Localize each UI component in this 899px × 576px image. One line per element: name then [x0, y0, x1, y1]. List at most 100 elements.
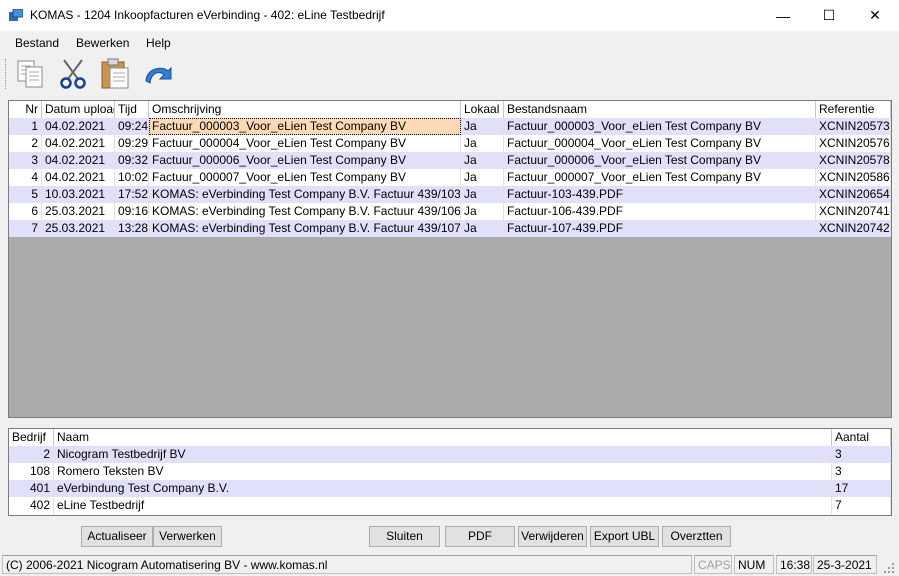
invoice-row[interactable]: 4 04.02.2021 10:02 Factuur_000007_Voor_eLie… — [9, 169, 891, 186]
invoice-cell[interactable]: KOMAS: eVerbinding Test Company B.V. Fac… — [149, 186, 461, 203]
invoice-cell[interactable]: XCNIN20576 — [816, 135, 891, 152]
sluiten-button[interactable]: Sluiten — [369, 526, 440, 547]
actualiseer-button[interactable]: Actualiseer — [81, 526, 153, 547]
invoice-cell[interactable]: 10:02 — [115, 169, 149, 186]
invoice-cell[interactable]: Factuur_000007_Voor_eLien Test Company B… — [149, 169, 461, 186]
invoice-row[interactable]: 6 25.03.2021 09:16 KOMAS: eVerbinding Test … — [9, 203, 891, 220]
invoice-cell[interactable]: 09:16 — [115, 203, 149, 220]
company-cell[interactable]: 17 — [832, 480, 891, 497]
invoice-cell[interactable]: 5 — [9, 186, 42, 203]
invoice-cell[interactable]: Factuur_000004_Voor_eLien Test Company B… — [504, 135, 816, 152]
invoice-cell[interactable]: Factuur_000003_Voor_eLien Test Company B… — [504, 118, 816, 135]
invoice-cell[interactable]: Ja — [461, 203, 504, 220]
invoice-cell[interactable]: 09:24 — [115, 118, 149, 135]
invoice-cell[interactable]: 3 — [9, 152, 42, 169]
invoice-cell[interactable]: Factuur_000006_Voor_eLien Test Company B… — [504, 152, 816, 169]
verwerken-button[interactable]: Verwerken — [153, 526, 222, 547]
company-cell[interactable]: 108 — [9, 463, 54, 480]
invoice-cell[interactable]: Factuur_000004_Voor_eLien Test Company B… — [149, 135, 461, 152]
company-row[interactable]: 401 eVerbindung Test Company B.V. 17 — [9, 480, 891, 497]
invoice-cell[interactable]: KOMAS: eVerbinding Test Company B.V. Fac… — [149, 220, 461, 237]
invoice-cell[interactable]: 09:29 — [115, 135, 149, 152]
invoice-cell[interactable]: 2 — [9, 135, 42, 152]
company-cell[interactable]: Nicogram Testbedrijf BV — [54, 446, 832, 463]
invoice-cell[interactable]: Factuur-103-439.PDF — [504, 186, 816, 203]
invoice-cell[interactable]: Factuur_000007_Voor_eLien Test Company B… — [504, 169, 816, 186]
invoice-cell[interactable]: XCNIN20654 — [816, 186, 891, 203]
invoice-cell[interactable]: XCNIN20586 — [816, 169, 891, 186]
col-tijd[interactable]: Tijd — [115, 101, 149, 118]
menu-bewerken[interactable]: Bewerken — [76, 36, 129, 50]
col-nr[interactable]: Nr — [9, 101, 42, 118]
company-grid[interactable]: Bedrijf Naam Aantal 2 Nicogram Testbedrij… — [8, 428, 892, 516]
invoice-cell[interactable]: 13:28 — [115, 220, 149, 237]
invoice-cell[interactable]: Ja — [461, 169, 504, 186]
col-aantal[interactable]: Aantal — [832, 429, 891, 446]
invoice-row[interactable]: 3 04.02.2021 09:32 Factuur_000006_Voor_eLie… — [9, 152, 891, 169]
company-row[interactable]: 402 eLine Testbedrijf 7 — [9, 497, 891, 514]
invoice-cell[interactable]: 04.02.2021 — [42, 135, 115, 152]
invoice-cell[interactable]: XCNIN20741 — [816, 203, 891, 220]
invoice-cell[interactable]: 04.02.2021 — [42, 118, 115, 135]
invoice-cell[interactable]: Factuur_000006_Voor_eLien Test Company B… — [149, 152, 461, 169]
invoice-cell[interactable]: 04.02.2021 — [42, 169, 115, 186]
company-cell[interactable]: 3 — [832, 463, 891, 480]
company-cell[interactable]: Romero Teksten BV — [54, 463, 832, 480]
invoice-cell[interactable]: 1 — [9, 118, 42, 135]
col-naam[interactable]: Naam — [54, 429, 832, 446]
company-cell[interactable]: 402 — [9, 497, 54, 514]
resize-grip-icon[interactable] — [883, 562, 895, 574]
col-datum-upload[interactable]: Datum upload — [42, 101, 115, 118]
invoice-row[interactable]: 2 04.02.2021 09:29 Factuur_000004_Voor_eLie… — [9, 135, 891, 152]
invoice-cell[interactable]: XCNIN20742 — [816, 220, 891, 237]
invoice-cell[interactable]: Factuur_000003_Voor_eLien Test Company B… — [149, 118, 461, 135]
maximize-button[interactable]: ☐ — [806, 0, 852, 31]
invoice-cell[interactable]: Ja — [461, 152, 504, 169]
company-cell[interactable]: 3 — [832, 446, 891, 463]
invoice-cell[interactable]: 10.03.2021 — [42, 186, 115, 203]
close-button[interactable]: ✕ — [852, 0, 898, 31]
invoice-cell[interactable]: XCNIN20573 — [816, 118, 891, 135]
company-cell[interactable]: 401 — [9, 480, 54, 497]
invoice-row[interactable]: 5 10.03.2021 17:52 KOMAS: eVerbinding Test … — [9, 186, 891, 203]
invoice-cell[interactable]: Ja — [461, 186, 504, 203]
col-bedrijf[interactable]: Bedrijf — [9, 429, 54, 446]
invoice-grid[interactable]: Nr Datum upload Tijd Omschrijving Lokaal… — [8, 100, 892, 418]
invoice-cell[interactable]: Ja — [461, 135, 504, 152]
invoice-cell[interactable]: Ja — [461, 220, 504, 237]
company-row[interactable]: 108 Romero Teksten BV 3 — [9, 463, 891, 480]
invoice-cell[interactable]: KOMAS: eVerbinding Test Company B.V. Fac… — [149, 203, 461, 220]
col-lokaal[interactable]: Lokaal — [461, 101, 504, 118]
invoice-row[interactable]: 1 04.02.2021 09:24 Factuur_000003_Voor_eLie… — [9, 118, 891, 135]
export-ubl-button[interactable]: Export UBL — [590, 526, 659, 547]
company-cell[interactable]: eVerbindung Test Company B.V. — [54, 480, 832, 497]
company-cell[interactable]: 2 — [9, 446, 54, 463]
company-row[interactable]: 2 Nicogram Testbedrijf BV 3 — [9, 446, 891, 463]
verwijderen-button[interactable]: Verwijderen — [518, 526, 587, 547]
menu-help[interactable]: Help — [146, 36, 171, 50]
invoice-cell[interactable]: 25.03.2021 — [42, 203, 115, 220]
invoice-row[interactable]: 7 25.03.2021 13:28 KOMAS: eVerbinding Test … — [9, 220, 891, 237]
company-cell[interactable]: eLine Testbedrijf — [54, 497, 832, 514]
invoice-cell[interactable]: 04.02.2021 — [42, 152, 115, 169]
invoice-cell[interactable]: 17:52 — [115, 186, 149, 203]
invoice-cell[interactable]: 7 — [9, 220, 42, 237]
invoice-cell[interactable]: 25.03.2021 — [42, 220, 115, 237]
overzetten-button[interactable]: Overztten — [662, 526, 731, 547]
invoice-cell[interactable]: 09:32 — [115, 152, 149, 169]
paste-icon[interactable] — [98, 57, 132, 91]
invoice-cell[interactable]: Factuur-106-439.PDF — [504, 203, 816, 220]
invoice-cell[interactable]: Factuur-107-439.PDF — [504, 220, 816, 237]
col-referentie[interactable]: Referentie — [816, 101, 891, 118]
col-bestandsnaam[interactable]: Bestandsnaam — [504, 101, 816, 118]
pdf-button[interactable]: PDF — [445, 526, 515, 547]
minimize-button[interactable]: — — [760, 0, 806, 31]
col-omschrijving[interactable]: Omschrijving — [149, 101, 461, 118]
undo-icon[interactable] — [140, 57, 174, 91]
copy-icon[interactable] — [14, 57, 48, 91]
invoice-cell[interactable]: 6 — [9, 203, 42, 220]
invoice-cell[interactable]: XCNIN20578 — [816, 152, 891, 169]
cut-icon[interactable] — [56, 57, 90, 91]
invoice-cell[interactable]: 4 — [9, 169, 42, 186]
menu-bestand[interactable]: Bestand — [15, 36, 59, 50]
